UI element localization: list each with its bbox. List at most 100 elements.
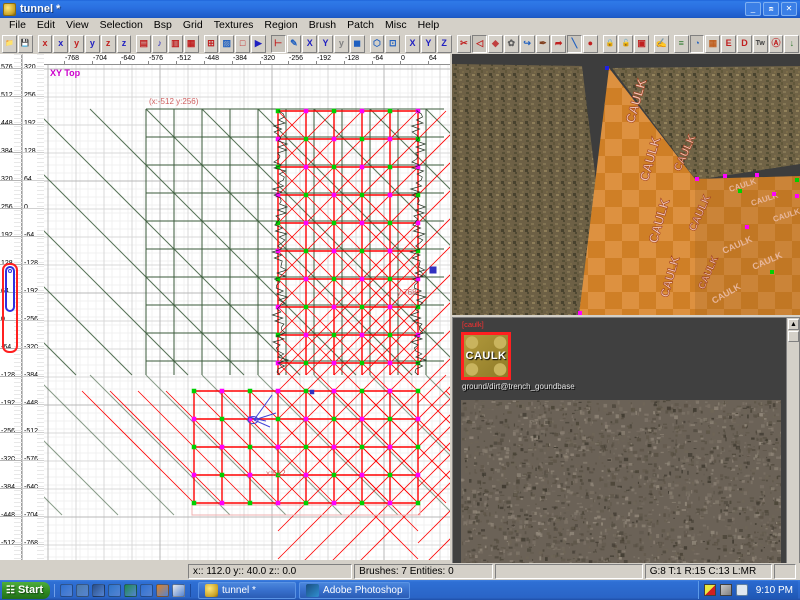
menu-item-textures[interactable]: Textures xyxy=(209,19,260,31)
my-computer-icon[interactable] xyxy=(76,583,90,597)
start-button[interactable]: ☷ Start xyxy=(2,581,51,599)
menu-item-grid[interactable]: Grid xyxy=(178,19,209,31)
xy-top-view[interactable]: -768 -704 -640 -576 -512 -448 -384 -320 -256 -192… xyxy=(44,54,450,560)
camera-cycle-button[interactable]: ⬡ xyxy=(369,34,385,53)
view-yz-button[interactable]: Y xyxy=(420,34,436,53)
entity-list-button[interactable]: ≡ xyxy=(673,34,689,53)
view-xz-button[interactable]: Z xyxy=(436,34,452,53)
entity-ungroup-icon: ➦ xyxy=(554,38,563,48)
lock-button[interactable]: 🔒 xyxy=(602,34,618,53)
menu-item-edit[interactable]: Edit xyxy=(32,19,61,31)
internet-explorer-icon[interactable] xyxy=(140,583,154,597)
texture-browser-scrollbar[interactable]: ▲ xyxy=(786,318,799,587)
menu-item-file[interactable]: File xyxy=(4,19,32,31)
terrain-button[interactable]: Tw xyxy=(752,34,768,53)
rotate-z-button[interactable]: z xyxy=(116,34,132,53)
clipper-button[interactable]: ✂ xyxy=(456,34,472,53)
outlook-icon[interactable] xyxy=(108,583,122,597)
menu-item-region[interactable]: Region xyxy=(259,19,303,31)
drop-entity-button[interactable]: ↓ xyxy=(784,34,800,53)
cubic-clip-button[interactable]: ◼ xyxy=(349,34,365,53)
csg-subtract-button[interactable]: ⊞ xyxy=(203,34,219,53)
clipper-icon: ✂ xyxy=(460,38,468,48)
csg-hollow-button[interactable]: □ xyxy=(235,34,250,53)
caulk-selection-button[interactable]: ◁ xyxy=(472,34,488,53)
texture-inspector-button[interactable]: ✎ xyxy=(286,34,302,53)
texture-browser[interactable]: [caulk] CAULK ground/dirt@trench_goundba… xyxy=(452,317,800,588)
entity-button[interactable]: E xyxy=(721,34,737,53)
flip-x-button[interactable]: x xyxy=(37,34,53,53)
menu-item-brush[interactable]: Brush xyxy=(304,19,342,31)
menu-item-help[interactable]: Help xyxy=(413,19,446,31)
ruler-hatch xyxy=(14,386,22,387)
ruler-hatch xyxy=(14,478,22,479)
rotate-tex-y-button[interactable]: Y xyxy=(318,34,333,53)
select-inside-button[interactable]: ▦ xyxy=(183,34,199,53)
menu-item-view[interactable]: View xyxy=(61,19,95,31)
minimize-button[interactable]: _ xyxy=(745,2,761,16)
ruler-hatch xyxy=(14,222,22,223)
status-resize-grip[interactable] xyxy=(774,564,796,579)
color-picker-button[interactable]: ● xyxy=(582,34,598,53)
brush-script-button[interactable]: ✍ xyxy=(654,34,669,53)
media-player-icon[interactable] xyxy=(92,583,106,597)
volume-icon[interactable] xyxy=(735,584,748,596)
rotate-tex-x-button[interactable]: X xyxy=(302,34,318,53)
netscape-icon[interactable] xyxy=(124,583,138,597)
ruler-hatch xyxy=(14,414,22,415)
display-settings-icon[interactable] xyxy=(703,584,716,596)
select-partial-button[interactable]: ▥ xyxy=(167,34,183,53)
camera-preview-button[interactable]: ⊡ xyxy=(385,34,401,53)
camera-3d-view[interactable]: CAULK CAULK CAULK CAULK CAULK CAULK CAULK CAULK… xyxy=(452,54,800,315)
network-icon[interactable] xyxy=(719,584,732,596)
scroll-thumb[interactable] xyxy=(788,331,799,342)
entity-connect-button[interactable]: ✒ xyxy=(535,34,551,53)
globe-button[interactable]: ◔ xyxy=(689,34,705,53)
menu-item-patch[interactable]: Patch xyxy=(342,19,380,31)
patch-bend-button[interactable]: ◆ xyxy=(488,34,503,53)
app-icon xyxy=(3,2,16,16)
texture-lock-button[interactable]: ⊢ xyxy=(270,34,286,53)
patch-inspector-button[interactable]: ✿ xyxy=(503,34,519,53)
flip-z-button[interactable]: z xyxy=(100,34,116,53)
close-button[interactable]: ✕ xyxy=(781,2,797,16)
firefox-icon[interactable] xyxy=(156,583,170,597)
rotate-y-button[interactable]: y xyxy=(84,34,100,53)
z-selection-handle[interactable] xyxy=(8,269,12,273)
flip-y-button[interactable]: y xyxy=(69,34,84,53)
detail-button[interactable]: D xyxy=(737,34,752,53)
patch-insert-button[interactable]: ↪ xyxy=(519,34,535,53)
show-desktop-icon[interactable] xyxy=(60,583,74,597)
restore-button[interactable]: ⧈ xyxy=(763,2,779,16)
main-toolbar: 📁 💾 x x y y z z ▤ ♪ ▥ ▦ ⊞ ▨ □ ▶ ⊢ ✎ X Yy ◼ ⬡ ⊡ X Y Z ✂ ◁ ◆ ✿ ↪ ✒ ➦ ╲ ● 🔒 🔓 ▣ ✍… xyxy=(0,33,800,54)
ruler-hatch xyxy=(14,418,22,419)
rotate-x-button[interactable]: x xyxy=(53,34,69,53)
notepad-icon[interactable] xyxy=(172,583,186,597)
caulk-texture-swatch[interactable]: CAULK xyxy=(461,332,511,380)
rotate-tex-z-button[interactable]: y xyxy=(333,34,349,53)
menu-item-bsp[interactable]: Bsp xyxy=(149,19,178,31)
open-file-button[interactable]: 📁 xyxy=(2,34,17,53)
z-checker-view[interactable]: 576512448384320256192128640-64-128-192-2… xyxy=(0,54,45,560)
task-button-tunnel[interactable]: tunnel * xyxy=(198,581,297,599)
menu-item-selection[interactable]: Selection xyxy=(95,19,149,31)
ruler-hatch xyxy=(14,174,22,175)
pointfile-button[interactable]: ╲ xyxy=(567,34,582,53)
xy-view-canvas[interactable]: XY Top (x:-512 y:256) y:768 x:512 xyxy=(44,65,450,560)
complete-tall-button[interactable]: ▤ xyxy=(136,34,152,53)
unlock-button[interactable]: 🔓 xyxy=(618,34,634,53)
view-xy-button[interactable]: X xyxy=(405,34,420,53)
dirt-texture-swatch[interactable] xyxy=(461,400,785,574)
select-touching-button[interactable]: ♪ xyxy=(152,34,167,53)
scroll-up-icon[interactable]: ▲ xyxy=(788,319,799,330)
make-detail-button[interactable]: ▶ xyxy=(250,34,266,53)
save-file-button[interactable]: 💾 xyxy=(17,34,33,53)
menu-item-misc[interactable]: Misc xyxy=(380,19,413,31)
csg-merge-button[interactable]: ▨ xyxy=(219,34,235,53)
antiportal-button[interactable]: Ⓐ xyxy=(768,34,784,53)
preferences-button[interactable]: ▦ xyxy=(705,34,721,53)
task-button-photoshop[interactable]: Adobe Photoshop xyxy=(299,581,410,599)
region-set-button[interactable]: ▣ xyxy=(634,34,650,53)
entity-ungroup-button[interactable]: ➦ xyxy=(551,34,567,53)
ruler-hatch xyxy=(14,486,22,487)
